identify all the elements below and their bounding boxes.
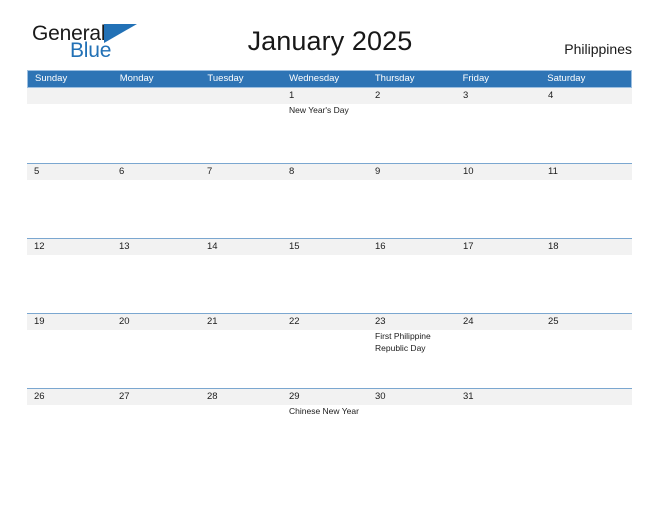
day-cell-empty	[541, 389, 632, 464]
day-number: 12	[34, 241, 45, 252]
day-number: 23	[375, 316, 386, 327]
calendar-page: General Blue January 2025 Philippines Su…	[0, 0, 660, 510]
day-cell-3[interactable]: 3	[456, 88, 541, 163]
week-cells: 5 6 7 8 9 10 11	[27, 164, 632, 239]
day-cell-11[interactable]: 11	[541, 164, 632, 239]
day-number: 15	[289, 241, 300, 252]
weekday-header-saturday: Saturday	[547, 73, 586, 84]
weekday-header-row: Sunday Monday Tuesday Wednesday Thursday Frid…	[27, 70, 632, 88]
day-number: 9	[375, 166, 381, 177]
week-cells: 26 27 28 29 Chinese New Year 30 31	[27, 389, 632, 464]
day-cell-15[interactable]: 15	[282, 239, 368, 314]
day-number: 11	[548, 166, 558, 177]
holiday-label: Chinese New Year	[289, 406, 359, 416]
calendar-week-row: 12 13 14 15 16 17 18	[27, 238, 632, 313]
day-number: 3	[463, 90, 469, 101]
day-cell-17[interactable]: 17	[456, 239, 541, 314]
calendar-grid: Sunday Monday Tuesday Wednesday Thursday Frid…	[27, 70, 632, 463]
calendar-week-row: 26 27 28 29 Chinese New Year 30 31	[27, 388, 632, 463]
day-number: 28	[207, 391, 218, 402]
day-number: 4	[548, 90, 554, 101]
day-number: 17	[463, 241, 474, 252]
day-cell-12[interactable]: 12	[27, 239, 112, 314]
day-cell-27[interactable]: 27	[112, 389, 200, 464]
week-cells: 19 20 21 22 23 First Philippine Republic Day 2…	[27, 314, 632, 389]
day-cell-8[interactable]: 8	[282, 164, 368, 239]
day-number: 18	[548, 241, 559, 252]
day-number: 21	[207, 316, 218, 327]
day-cell-23[interactable]: 23 First Philippine Republic Day	[368, 314, 456, 389]
day-cell-14[interactable]: 14	[200, 239, 282, 314]
day-cell-empty	[112, 88, 200, 163]
day-number: 24	[463, 316, 474, 327]
page-title: January 2025	[247, 26, 413, 56]
day-cell-31[interactable]: 31	[456, 389, 541, 464]
day-number: 10	[463, 166, 474, 177]
week-cells: 1 New Year's Day 2 3 4	[27, 88, 632, 163]
day-cell-26[interactable]: 26	[27, 389, 112, 464]
day-number: 1	[289, 90, 295, 101]
day-cell-empty	[27, 88, 112, 163]
day-cell-25[interactable]: 25	[541, 314, 632, 389]
calendar-week-row: 1 New Year's Day 2 3 4	[27, 88, 632, 163]
day-cell-5[interactable]: 5	[27, 164, 112, 239]
day-cell-9[interactable]: 9	[368, 164, 456, 239]
day-number: 6	[119, 166, 125, 177]
day-number: 5	[34, 166, 40, 177]
day-cell-20[interactable]: 20	[112, 314, 200, 389]
holiday-label: First Philippine Republic Day	[375, 331, 431, 353]
day-number: 16	[375, 241, 386, 252]
day-cell-10[interactable]: 10	[456, 164, 541, 239]
day-number: 31	[463, 391, 474, 402]
calendar-weeks: 1 New Year's Day 2 3 4 5 6 7 8 9 10 11 12 13 14 15 16 17 1…	[27, 88, 632, 463]
day-number: 26	[34, 391, 45, 402]
day-number: 7	[207, 166, 213, 177]
weekday-header-wednesday: Wednesday	[289, 73, 340, 84]
day-cell-13[interactable]: 13	[112, 239, 200, 314]
day-cell-30[interactable]: 30	[368, 389, 456, 464]
day-cell-7[interactable]: 7	[200, 164, 282, 239]
weekday-header-tuesday: Tuesday	[207, 73, 244, 84]
day-cell-6[interactable]: 6	[112, 164, 200, 239]
day-cell-29[interactable]: 29 Chinese New Year	[282, 389, 368, 464]
day-number: 20	[119, 316, 130, 327]
day-cell-empty	[200, 88, 282, 163]
day-number: 14	[207, 241, 218, 252]
day-cell-19[interactable]: 19	[27, 314, 112, 389]
page-header: General Blue January 2025 Philippines	[0, 0, 660, 68]
day-cell-18[interactable]: 18	[541, 239, 632, 314]
country-label: Philippines	[564, 41, 632, 57]
day-cell-16[interactable]: 16	[368, 239, 456, 314]
calendar-week-row: 19 20 21 22 23 First Philippine Republic Day 2…	[27, 313, 632, 388]
day-number: 13	[119, 241, 130, 252]
holiday-label: New Year's Day	[289, 105, 349, 115]
day-cell-24[interactable]: 24	[456, 314, 541, 389]
calendar-week-row: 5 6 7 8 9 10 11	[27, 163, 632, 238]
day-cell-21[interactable]: 21	[200, 314, 282, 389]
day-cell-28[interactable]: 28	[200, 389, 282, 464]
weekday-header-monday: Monday	[119, 73, 154, 84]
day-number: 22	[289, 316, 300, 327]
day-number: 19	[34, 316, 45, 327]
week-cells: 12 13 14 15 16 17 18	[27, 239, 632, 314]
day-cell-22[interactable]: 22	[282, 314, 368, 389]
day-number: 2	[375, 90, 381, 101]
weekday-header-thursday: Thursday	[374, 73, 415, 84]
day-cell-4[interactable]: 4	[541, 88, 632, 163]
day-number: 30	[375, 391, 386, 402]
weekday-header-sunday: Sunday	[35, 73, 68, 84]
day-cell-1[interactable]: 1 New Year's Day	[282, 88, 368, 163]
day-number: 25	[548, 316, 559, 327]
day-number: 27	[119, 391, 130, 402]
weekday-header-friday: Friday	[462, 73, 489, 84]
day-number: 29	[289, 391, 300, 402]
day-cell-2[interactable]: 2	[368, 88, 456, 163]
day-number: 8	[289, 166, 295, 177]
